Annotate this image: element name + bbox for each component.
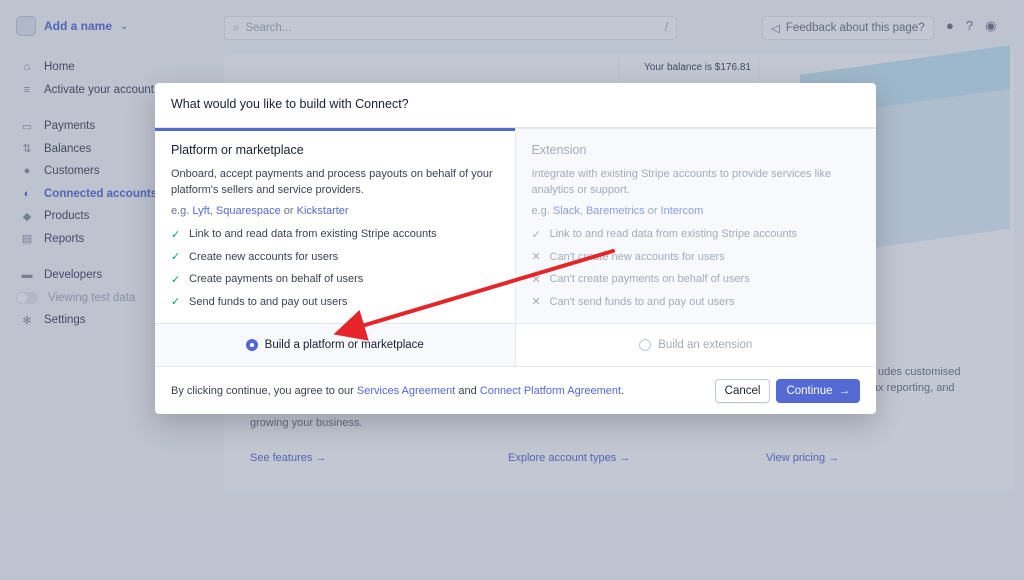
connect-platform-agreement-link[interactable]: Connect Platform Agreement (480, 385, 621, 397)
continue-label: Continue (786, 384, 833, 397)
feature-item: ✓ Create new accounts for users (171, 250, 339, 264)
example-link-baremetrics[interactable]: Baremetrics (586, 205, 645, 217)
feature-item: ✕ Can't send funds to and pay out users (531, 295, 735, 309)
feature-item: ✓ Link to and read data from existing Str… (171, 228, 437, 241)
example-link-intercom[interactable]: Intercom (661, 205, 704, 217)
check-icon: ✓ (171, 228, 181, 241)
platform-examples: e.g. Lyft, Squarespace or Kickstarter (171, 205, 349, 217)
modal-options: Platform or marketplace Onboard, accept … (155, 128, 876, 366)
connect-build-modal: What would you like to build with Connec… (155, 83, 876, 414)
x-icon: ✕ (531, 296, 541, 309)
services-agreement-link[interactable]: Services Agreement (357, 385, 455, 397)
extension-examples: e.g. Slack, Baremetrics or Intercom (531, 205, 704, 217)
extension-radio[interactable] (639, 339, 652, 351)
check-icon: ✓ (171, 296, 181, 309)
feature-item: ✕ Can't create payments on behalf of user… (531, 273, 750, 286)
feature-item: ✓ Link to and read data from existing Str… (531, 228, 798, 241)
platform-radio[interactable] (245, 339, 258, 351)
platform-radio-option[interactable]: Build a platform or marketplace (155, 323, 515, 366)
platform-description: Onboard, accept payments and process pay… (171, 168, 493, 196)
check-icon: ✓ (531, 228, 541, 241)
feature-item: ✓ Send funds to and pay out users (171, 295, 348, 309)
x-icon: ✕ (531, 251, 541, 264)
extension-radio-label: Build an extension (658, 339, 753, 351)
modal-footer: By clicking continue, you agree to our S… (155, 366, 876, 414)
x-icon: ✕ (531, 273, 541, 286)
agreement-text: By clicking continue, you agree to our S… (171, 384, 625, 397)
feature-item: ✕ Can't create new accounts for users (531, 250, 725, 264)
arrow-right-icon: → (838, 384, 851, 397)
extension-option[interactable]: Extension Integrate with existing Stripe… (515, 128, 876, 366)
example-link-slack[interactable]: Slack (553, 205, 580, 217)
cancel-button[interactable]: Cancel (714, 378, 771, 403)
modal-title: What would you like to build with Connec… (155, 83, 876, 128)
platform-radio-label: Build a platform or marketplace (264, 339, 424, 351)
extension-description: Integrate with existing Stripe accounts … (531, 168, 832, 196)
extension-title: Extension (531, 143, 587, 157)
check-icon: ✓ (171, 251, 181, 264)
continue-button[interactable]: Continue → (776, 378, 860, 403)
example-link-kickstarter[interactable]: Kickstarter (297, 205, 349, 217)
extension-radio-option[interactable]: Build an extension (515, 323, 876, 366)
platform-option[interactable]: Platform or marketplace Onboard, accept … (155, 128, 516, 366)
platform-title: Platform or marketplace (171, 143, 304, 157)
check-icon: ✓ (171, 273, 181, 286)
example-link-lyft[interactable]: Lyft (192, 205, 209, 217)
example-link-squarespace[interactable]: Squarespace (216, 205, 281, 217)
feature-item: ✓ Create payments on behalf of users (171, 273, 364, 286)
